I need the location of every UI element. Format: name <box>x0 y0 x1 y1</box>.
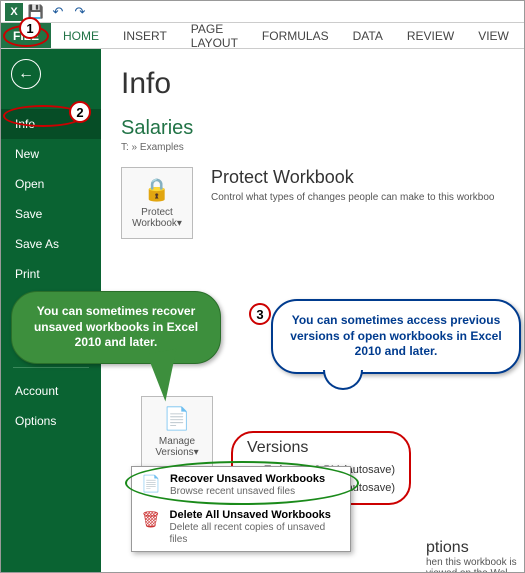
protect-section-sub: Control what types of changes people can… <box>211 192 495 203</box>
arrow-left-icon: ← <box>18 65 34 83</box>
protect-tile-label: Protect Workbook▾ <box>122 207 192 229</box>
tab-developer[interactable]: DEVEL <box>521 23 525 48</box>
versions-title: Versions <box>247 439 395 457</box>
sidebar-item-print[interactable]: Print <box>1 259 101 289</box>
tab-page-layout[interactable]: PAGE LAYOUT <box>179 23 250 48</box>
back-button[interactable]: ← <box>11 59 41 89</box>
section-sub-clip: hen this workbook is viewed on the Wel <box>426 557 524 572</box>
sidebar-item-save[interactable]: Save <box>1 199 101 229</box>
browser-view-section-clip: ptions hen this workbook is viewed on th… <box>426 539 524 572</box>
annotation-number-1: 1 <box>19 17 41 39</box>
tab-formulas[interactable]: FORMULAS <box>250 23 341 48</box>
versions-icon: 📄 <box>163 406 190 432</box>
section-title-clip: ptions <box>426 539 524 557</box>
menu-item-recover-unsaved[interactable]: 📄 Recover Unsaved Workbooks Browse recen… <box>132 467 350 503</box>
document-path: T: » Examples <box>121 142 504 153</box>
annotation-number-3: 3 <box>249 303 271 325</box>
tab-review[interactable]: REVIEW <box>395 23 466 48</box>
ribbon-tabs: FILE HOME INSERT PAGE LAYOUT FORMULAS DA… <box>1 23 524 49</box>
sidebar-item-options[interactable]: Options <box>1 406 101 436</box>
sidebar-item-account[interactable]: Account <box>1 376 101 406</box>
undo-icon[interactable]: ↶ <box>49 3 67 21</box>
quick-access-toolbar: X 💾 ↶ ↷ <box>1 1 524 23</box>
callout-text: You can sometimes access previous versio… <box>290 313 501 358</box>
manage-versions-button[interactable]: 📄 Manage Versions▾ <box>141 396 213 468</box>
tab-insert[interactable]: INSERT <box>111 23 179 48</box>
protect-workbook-button[interactable]: 🔒 Protect Workbook▾ <box>121 167 193 239</box>
page-title: Info <box>121 67 504 101</box>
menu-item-delete-unsaved[interactable]: 🗑 Delete All Unsaved Workbooks Delete al… <box>132 503 350 551</box>
menu-item-title: Recover Unsaved Workbooks <box>170 473 325 485</box>
annotation-number-2: 2 <box>69 101 91 123</box>
menu-item-sub: Delete all recent copies of unsaved file… <box>170 522 326 545</box>
annotation-callout-versions: You can sometimes access previous versio… <box>271 299 521 374</box>
manage-versions-menu: 📄 Recover Unsaved Workbooks Browse recen… <box>131 466 351 552</box>
tab-home[interactable]: HOME <box>51 23 111 48</box>
annotation-callout-recover: You can sometimes recover unsaved workbo… <box>11 291 221 364</box>
menu-item-sub: Browse recent unsaved files <box>170 486 295 497</box>
manage-versions-label: Manage Versions▾ <box>142 436 212 458</box>
redo-icon[interactable]: ↷ <box>71 3 89 21</box>
recover-icon: 📄 <box>140 473 162 495</box>
document-title: Salaries <box>121 117 504 140</box>
excel-icon: X <box>5 3 23 21</box>
lock-icon: 🔒 <box>143 177 170 203</box>
delete-icon: 🗑 <box>140 509 162 531</box>
protect-section-title: Protect Workbook <box>211 167 495 188</box>
sidebar-item-open[interactable]: Open <box>1 169 101 199</box>
sidebar-item-new[interactable]: New <box>1 139 101 169</box>
tab-data[interactable]: DATA <box>341 23 395 48</box>
menu-item-title: Delete All Unsaved Workbooks <box>170 509 342 521</box>
sidebar-separator <box>13 367 89 368</box>
sidebar-item-saveas[interactable]: Save As <box>1 229 101 259</box>
tab-view[interactable]: VIEW <box>466 23 521 48</box>
